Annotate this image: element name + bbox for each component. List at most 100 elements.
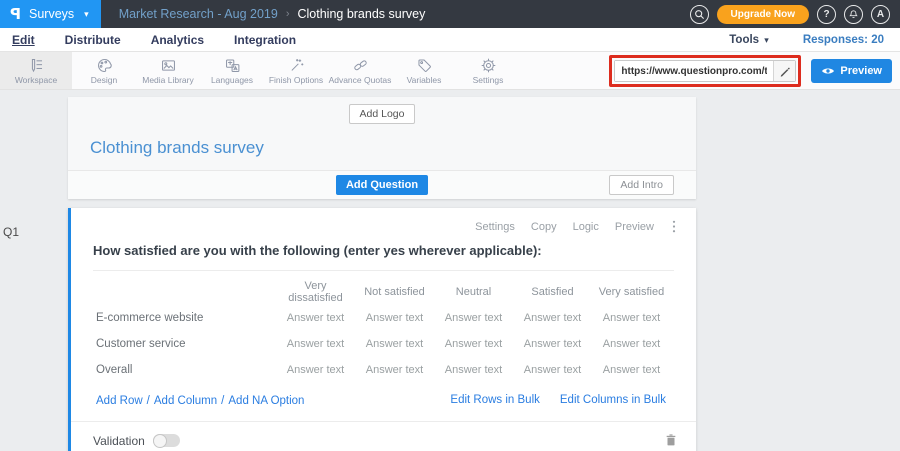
add-logo-button[interactable]: Add Logo xyxy=(349,104,416,124)
toolbar-item-design[interactable]: Design xyxy=(72,52,136,89)
surveys-menu[interactable]: P Surveys ▾ xyxy=(0,0,101,28)
question-text[interactable]: How satisfied are you with the following… xyxy=(71,233,696,270)
answer-cell[interactable]: Answer text xyxy=(434,312,513,324)
eye-icon xyxy=(821,66,835,76)
edit-columns-bulk-link[interactable]: Edit Columns in Bulk xyxy=(560,394,666,406)
bell-icon xyxy=(848,9,859,20)
question-logic-link[interactable]: Logic xyxy=(573,221,599,233)
answer-cell[interactable]: Answer text xyxy=(434,364,513,376)
matrix-row: Customer service Answer text Answer text… xyxy=(96,331,671,357)
url-highlight-box xyxy=(609,55,801,87)
question-copy-link[interactable]: Copy xyxy=(531,221,557,233)
toolbar-item-variables[interactable]: Variables xyxy=(392,52,456,89)
chevron-down-icon: ▾ xyxy=(764,35,769,45)
share-url-input[interactable] xyxy=(615,61,773,81)
avatar-initial: A xyxy=(877,9,884,20)
preview-label: Preview xyxy=(840,65,882,77)
share-url-group xyxy=(614,60,796,82)
add-logo-row: Add Logo xyxy=(68,97,696,124)
answer-cell[interactable]: Answer text xyxy=(592,364,671,376)
survey-card: Add Logo Clothing brands survey Add Ques… xyxy=(68,97,696,451)
toolbar-item-media-library[interactable]: Media Library xyxy=(136,52,200,89)
answer-cell[interactable]: Answer text xyxy=(276,312,355,324)
vertical-dots-icon xyxy=(672,220,676,233)
answer-cell[interactable]: Answer text xyxy=(513,338,592,350)
account-avatar[interactable]: A xyxy=(871,5,890,24)
tab-integration[interactable]: Integration xyxy=(234,31,296,49)
answer-cell[interactable]: Answer text xyxy=(513,312,592,324)
question-more-menu[interactable] xyxy=(670,220,678,233)
matrix-row: Overall Answer text Answer text Answer t… xyxy=(96,357,671,383)
tab-distribute[interactable]: Distribute xyxy=(65,31,121,49)
tab-analytics[interactable]: Analytics xyxy=(151,31,204,49)
finish-options-icon xyxy=(288,57,305,74)
responses-count[interactable]: Responses: 20 xyxy=(803,34,884,46)
toolbar-item-finish-options[interactable]: Finish Options xyxy=(264,52,328,89)
matrix-row: E-commerce website Answer text Answer te… xyxy=(96,305,671,331)
row-label[interactable]: E-commerce website xyxy=(96,312,276,324)
answer-cell[interactable]: Answer text xyxy=(434,338,513,350)
answer-cell[interactable]: Answer text xyxy=(592,338,671,350)
breadcrumb-current: Clothing brands survey xyxy=(297,7,425,21)
add-row-link[interactable]: Add Row xyxy=(96,395,143,407)
delete-question-button[interactable] xyxy=(664,433,678,448)
variables-icon xyxy=(416,57,433,74)
help-button[interactable]: ? xyxy=(817,5,836,24)
validation-toggle[interactable] xyxy=(153,434,180,447)
column-header[interactable]: Satisfied xyxy=(513,286,592,298)
answer-cell[interactable]: Answer text xyxy=(276,364,355,376)
answer-cell[interactable]: Answer text xyxy=(513,364,592,376)
question-mark-icon: ? xyxy=(823,9,829,20)
search-button[interactable] xyxy=(690,5,709,24)
toolbar-item-languages[interactable]: Languages xyxy=(200,52,264,89)
row-label[interactable]: Customer service xyxy=(96,338,276,350)
column-header[interactable]: Neutral xyxy=(434,286,513,298)
toolbar-item-advance-quotas[interactable]: Advance Quotas xyxy=(328,52,392,89)
edit-rows-bulk-link[interactable]: Edit Rows in Bulk xyxy=(450,394,539,406)
workspace-icon xyxy=(28,57,45,74)
validation-label: Validation xyxy=(93,434,145,448)
topbar-actions: Upgrade Now ? A xyxy=(690,5,900,24)
add-question-button-top[interactable]: Add Question xyxy=(336,175,428,195)
upgrade-now-button[interactable]: Upgrade Now xyxy=(717,5,809,24)
answer-cell[interactable]: Answer text xyxy=(276,338,355,350)
survey-editor-canvas: Q1 Add Logo Clothing brands survey Add Q… xyxy=(0,90,900,451)
survey-title[interactable]: Clothing brands survey xyxy=(68,124,696,170)
pencil-icon xyxy=(779,66,790,77)
link-separator: / xyxy=(147,395,150,407)
question-settings-link[interactable]: Settings xyxy=(475,221,515,233)
preview-button[interactable]: Preview xyxy=(811,59,892,83)
toolbar-item-label: Variables xyxy=(407,75,442,85)
question-number: Q1 xyxy=(3,225,19,239)
add-column-link[interactable]: Add Column xyxy=(154,395,217,407)
answer-cell[interactable]: Answer text xyxy=(355,338,434,350)
question-block: Settings Copy Logic Preview How satisfie… xyxy=(68,208,696,451)
survey-toolbar: Workspace Design Media Library Languages… xyxy=(0,52,900,90)
column-header[interactable]: Very dissatisfied xyxy=(276,280,355,304)
notifications-button[interactable] xyxy=(844,5,863,24)
answer-cell[interactable]: Answer text xyxy=(592,312,671,324)
validation-row: Validation xyxy=(71,421,696,451)
breadcrumb-parent[interactable]: Market Research - Aug 2019 xyxy=(119,7,278,21)
toolbar-item-label: Workspace xyxy=(15,75,57,85)
answer-cell[interactable]: Answer text xyxy=(355,312,434,324)
toolbar-item-settings[interactable]: Settings xyxy=(456,52,520,89)
question-preview-link[interactable]: Preview xyxy=(615,221,654,233)
answer-cell[interactable]: Answer text xyxy=(355,364,434,376)
languages-icon xyxy=(224,57,241,74)
column-header[interactable]: Very satisfied xyxy=(592,286,671,298)
tools-menu[interactable]: Tools ▾ xyxy=(729,34,769,46)
add-intro-button[interactable]: Add Intro xyxy=(609,175,674,195)
toolbar-right: Preview xyxy=(609,52,892,90)
edit-url-button[interactable] xyxy=(773,61,795,81)
add-na-option-link[interactable]: Add NA Option xyxy=(228,395,304,407)
trash-icon xyxy=(664,433,678,448)
row-label[interactable]: Overall xyxy=(96,364,276,376)
toolbar-item-label: Settings xyxy=(473,75,504,85)
media-library-icon xyxy=(160,57,177,74)
product-label: Surveys xyxy=(29,7,74,21)
toolbar-item-workspace[interactable]: Workspace xyxy=(0,52,72,89)
bulk-links: Edit Rows in Bulk Edit Columns in Bulk xyxy=(450,394,666,406)
tab-edit[interactable]: Edit xyxy=(12,31,35,49)
column-header[interactable]: Not satisfied xyxy=(355,286,434,298)
